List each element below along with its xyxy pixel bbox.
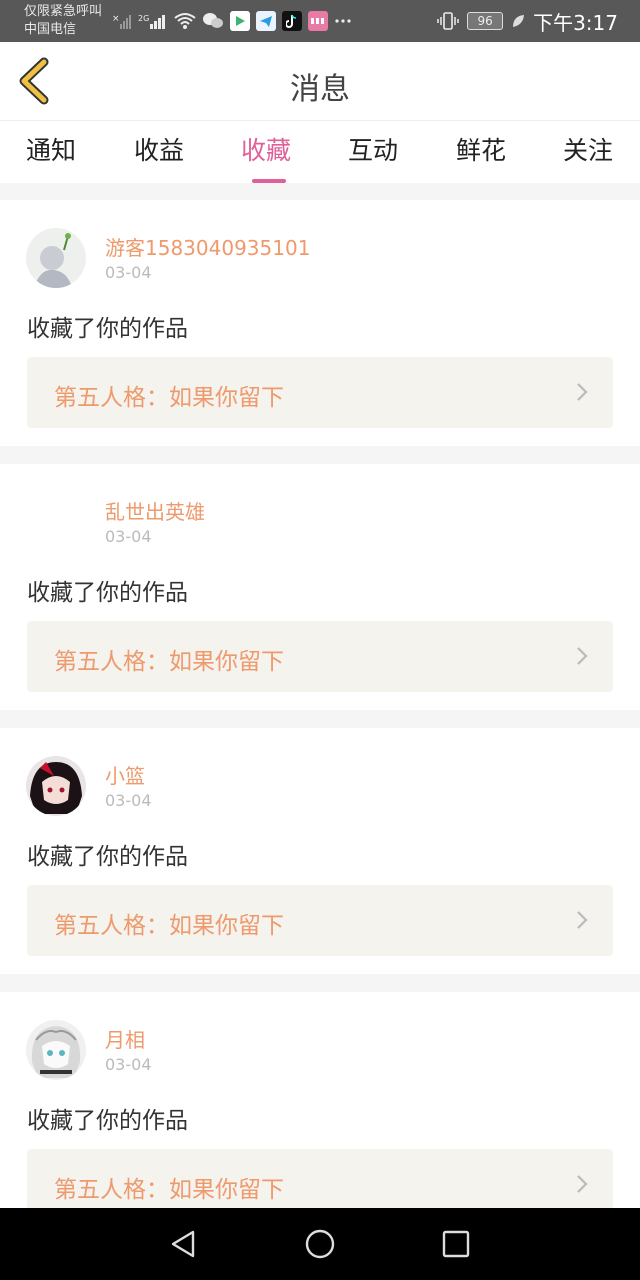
tab-notifications[interactable]: 通知 xyxy=(1,131,101,167)
tab-favorites[interactable]: 收藏 xyxy=(216,131,316,183)
username[interactable]: 月相 xyxy=(105,1024,145,1053)
work-link[interactable]: 第五人格：如果你留下 xyxy=(27,357,613,428)
video-app-icon xyxy=(230,11,250,31)
work-link[interactable]: 第五人格：如果你留下 xyxy=(27,1149,613,1208)
page-title: 消息 xyxy=(290,72,350,107)
work-title: 第五人格：如果你留下 xyxy=(54,649,284,675)
leaf-icon xyxy=(511,13,525,29)
telegram-icon xyxy=(256,11,276,31)
circle-home-icon xyxy=(305,1229,335,1259)
username[interactable]: 游客1583040935101 xyxy=(105,232,310,261)
tiktok-icon xyxy=(282,11,302,31)
tab-interactions[interactable]: 互动 xyxy=(323,131,423,167)
notification-icons: × 2G xyxy=(112,9,352,33)
tab-earnings[interactable]: 收益 xyxy=(109,131,209,167)
timestamp: 03-04 xyxy=(105,791,152,810)
svg-text:×: × xyxy=(112,14,120,24)
tab-label: 收益 xyxy=(133,136,184,165)
username[interactable]: 乱世出英雄 xyxy=(105,496,205,525)
system-nav-bar xyxy=(0,1208,640,1280)
wifi-icon xyxy=(174,12,196,30)
more-icon xyxy=(334,18,352,24)
tab-bar: 通知 收益 收藏 互动 鲜花 关注 xyxy=(0,121,640,183)
signal-off-icon: × xyxy=(112,12,132,30)
emergency-only-label: 仅限紧急呼叫 xyxy=(24,4,103,19)
clock: 下午3:17 xyxy=(533,10,618,35)
username[interactable]: 小篮 xyxy=(105,760,145,789)
tab-flowers[interactable]: 鲜花 xyxy=(431,131,531,167)
work-title: 第五人格：如果你留下 xyxy=(54,913,284,939)
work-title: 第五人格：如果你留下 xyxy=(54,385,284,411)
carrier-info: 仅限紧急呼叫 中国电信 xyxy=(24,3,102,39)
chevron-right-icon xyxy=(577,383,588,401)
list-item: 月相 03-04 收藏了你的作品 第五人格：如果你留下 xyxy=(0,992,640,1208)
home-nav-button[interactable] xyxy=(304,1228,336,1260)
avatar[interactable] xyxy=(26,756,86,816)
tab-label: 收藏 xyxy=(240,136,291,165)
tab-label: 互动 xyxy=(347,136,398,165)
tab-label: 鲜花 xyxy=(455,136,506,165)
carrier-name: 中国电信 xyxy=(24,22,77,37)
timestamp: 03-04 xyxy=(105,527,152,546)
list-item: 小篮 03-04 收藏了你的作品 第五人格：如果你留下 xyxy=(0,728,640,974)
tab-following[interactable]: 关注 xyxy=(538,131,638,167)
list-item: 乱世出英雄 03-04 收藏了你的作品 第五人格：如果你留下 xyxy=(0,464,640,710)
action-text: 收藏了你的作品 xyxy=(27,316,188,342)
chevron-right-icon xyxy=(577,647,588,665)
action-text: 收藏了你的作品 xyxy=(27,1108,188,1134)
avatar[interactable] xyxy=(26,492,86,552)
action-text: 收藏了你的作品 xyxy=(27,580,188,606)
timestamp: 03-04 xyxy=(105,263,152,282)
app-header: 消息 xyxy=(0,42,640,121)
favorites-feed: 游客1583040935101 03-04 收藏了你的作品 第五人格：如果你留下… xyxy=(0,200,640,1208)
back-nav-button[interactable] xyxy=(167,1228,199,1260)
recents-nav-button[interactable] xyxy=(440,1228,472,1260)
tab-label: 通知 xyxy=(25,136,76,165)
battery-indicator: 96 xyxy=(467,12,504,30)
active-tab-indicator xyxy=(252,179,286,183)
action-text: 收藏了你的作品 xyxy=(27,844,188,870)
chevron-right-icon xyxy=(577,1175,588,1193)
wechat-icon xyxy=(202,12,224,30)
avatar[interactable] xyxy=(26,228,86,288)
system-status: 96 下午3:17 xyxy=(437,9,618,35)
list-item: 游客1583040935101 03-04 收藏了你的作品 第五人格：如果你留下 xyxy=(0,200,640,446)
timestamp: 03-04 xyxy=(105,1055,152,1074)
lofter-icon xyxy=(308,11,328,31)
vibrate-icon xyxy=(437,11,459,31)
status-bar: 仅限紧急呼叫 中国电信 × 2G 96 下午3:17 xyxy=(0,0,640,42)
tab-label: 关注 xyxy=(562,136,613,165)
avatar[interactable] xyxy=(26,1020,86,1080)
signal-icon: 2G xyxy=(138,12,168,30)
triangle-back-icon xyxy=(171,1230,195,1258)
work-link[interactable]: 第五人格：如果你留下 xyxy=(27,885,613,956)
chevron-right-icon xyxy=(577,911,588,929)
work-title: 第五人格：如果你留下 xyxy=(54,1177,284,1203)
network-type: 2G xyxy=(138,14,149,23)
square-recents-icon xyxy=(442,1230,470,1258)
work-link[interactable]: 第五人格：如果你留下 xyxy=(27,621,613,692)
